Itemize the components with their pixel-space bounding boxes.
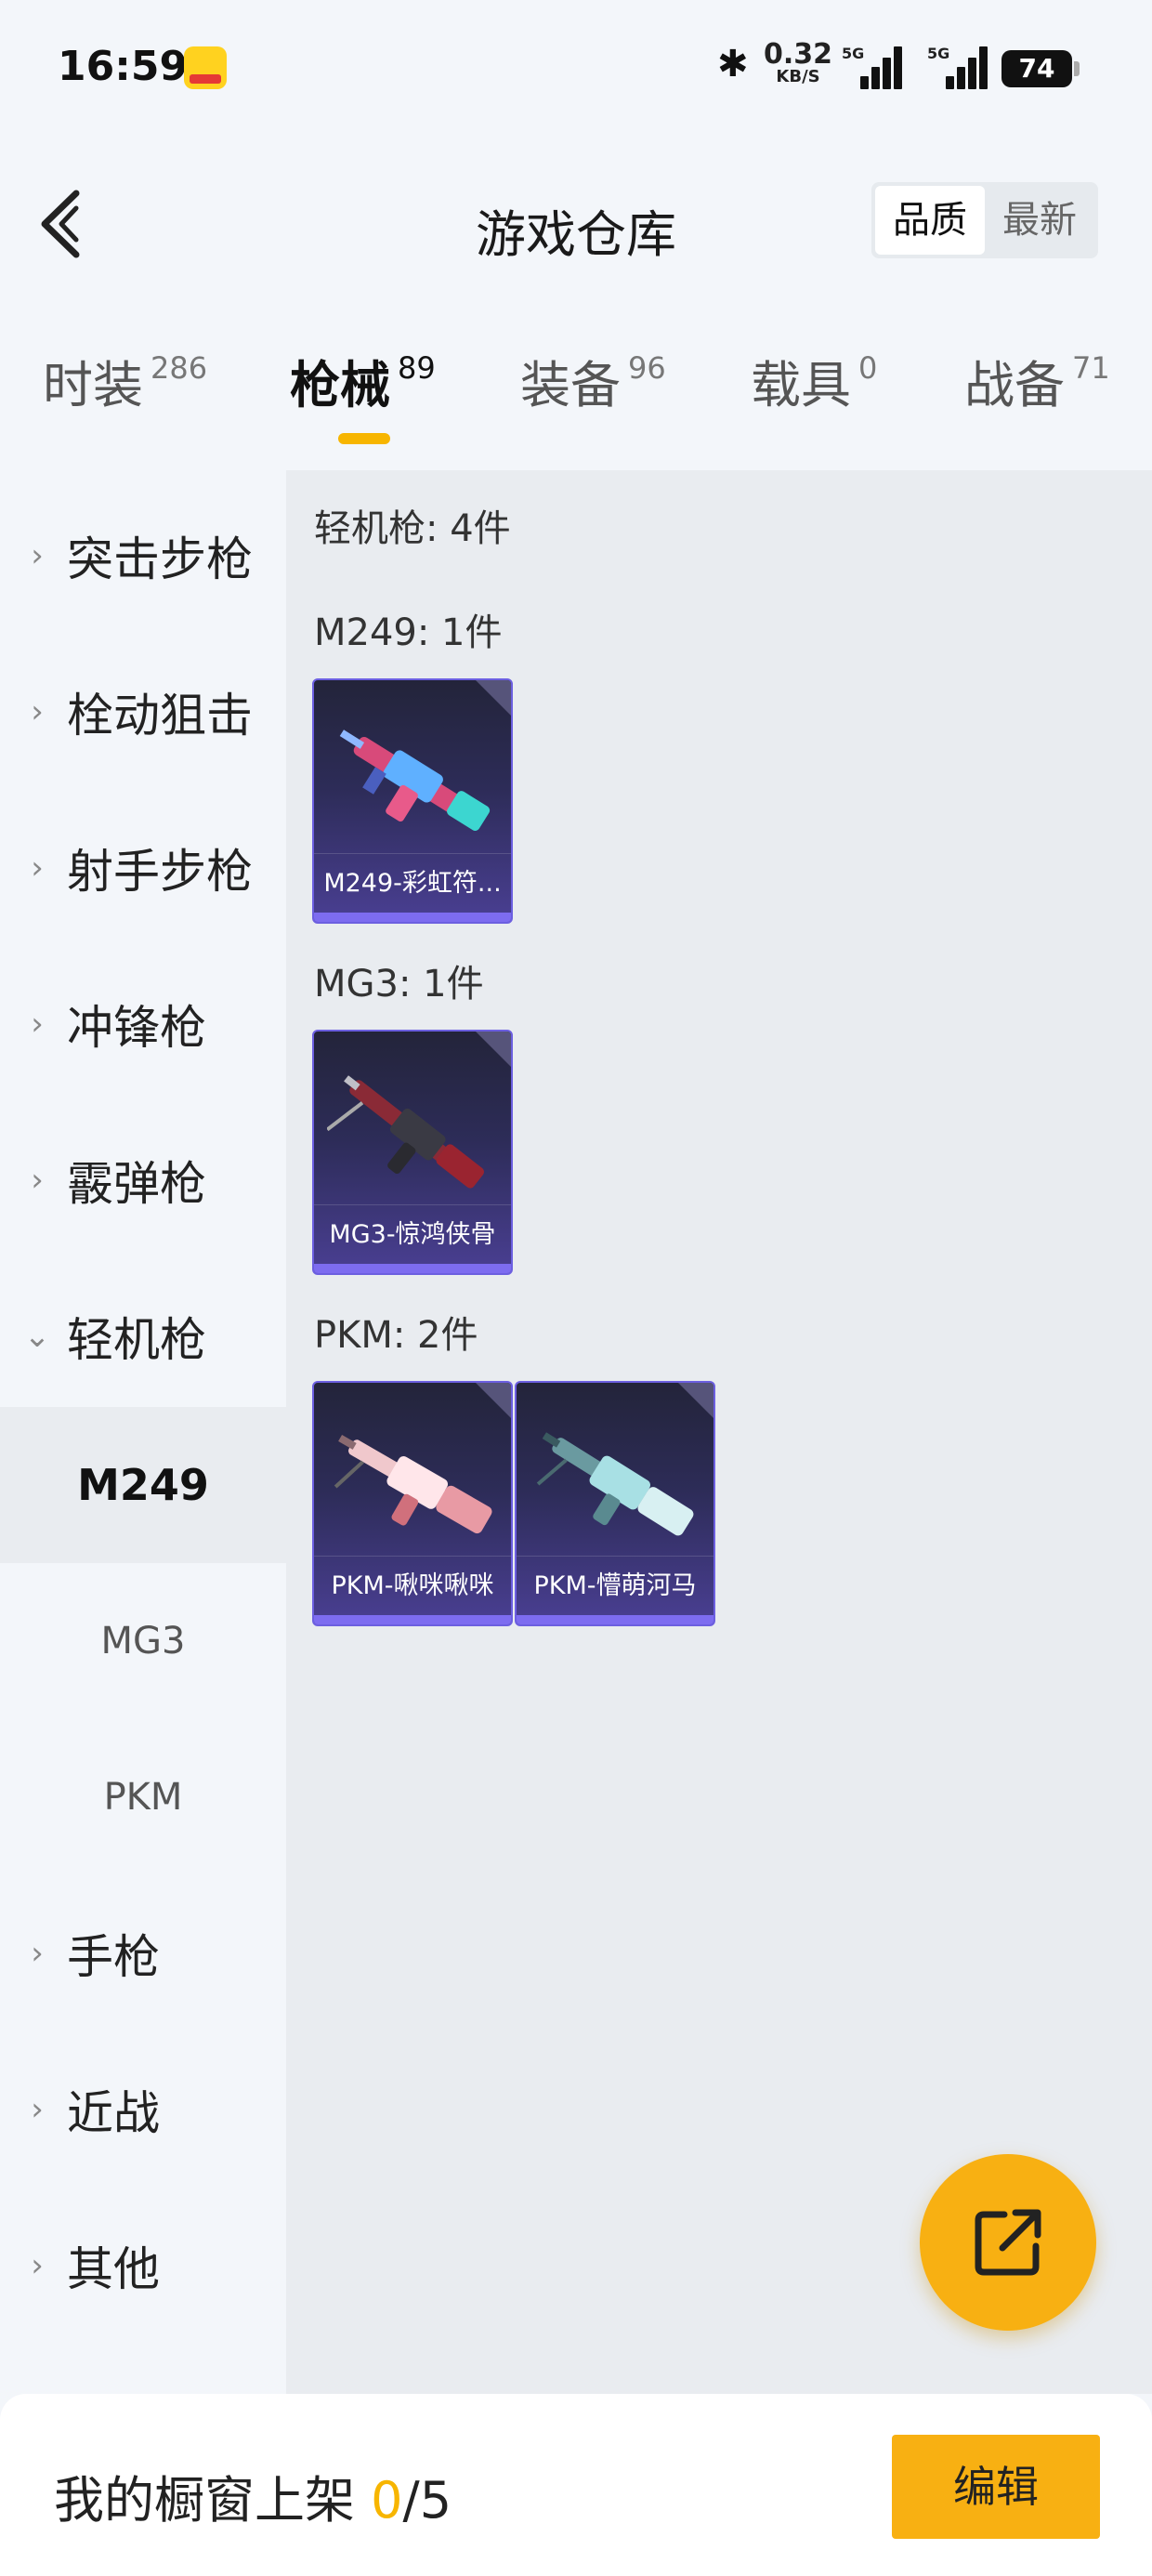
- bluetooth-icon: ✱: [717, 43, 749, 85]
- item-card-name: M249-彩虹符...: [314, 853, 511, 913]
- category-summary: 轻机枪: 4件: [314, 507, 511, 550]
- share-export-icon: [975, 2209, 1041, 2276]
- app-notification-icon: [184, 46, 227, 89]
- showcase-total: /5: [402, 2471, 452, 2530]
- tab-guns[interactable]: 枪械 89: [290, 344, 436, 417]
- tab-label: 装备: [520, 356, 621, 414]
- sidebar-item-bolt-sniper[interactable]: › 栓动狙击: [0, 634, 286, 790]
- sidebar-item-other[interactable]: › 其他: [0, 2188, 286, 2344]
- item-card-pkm-1[interactable]: PKM-啾咪啾咪: [312, 1381, 513, 1626]
- tab-battle-prep[interactable]: 战备 71: [964, 344, 1110, 417]
- edit-button[interactable]: 编辑: [892, 2435, 1100, 2539]
- network-speed-value: 0.32: [764, 38, 833, 71]
- item-card-pkm-2[interactable]: PKM-懵萌河马: [515, 1381, 715, 1626]
- item-card-name: PKM-啾咪啾咪: [314, 1556, 511, 1615]
- item-card-name: MG3-惊鸿侠骨: [314, 1204, 511, 1264]
- chevron-right-icon: ›: [31, 2091, 44, 2128]
- sidebar-item-label: 射手步枪: [67, 845, 253, 899]
- sidebar-subitem-mg3[interactable]: MG3: [0, 1563, 286, 1719]
- showcase-count: 0: [371, 2471, 403, 2530]
- tab-label: 枪械: [290, 356, 390, 414]
- signal-1-label: 5G: [842, 45, 865, 62]
- chevron-right-icon: ›: [31, 1935, 44, 1972]
- sidebar-item-shotgun[interactable]: › 霰弹枪: [0, 1102, 286, 1258]
- showcase-bar: 我的橱窗上架 0/5 编辑: [0, 2394, 1152, 2576]
- showcase-label: 我的橱窗上架: [54, 2471, 355, 2530]
- tab-equipment[interactable]: 装备 96: [520, 344, 666, 417]
- chevron-right-icon: ›: [31, 693, 44, 730]
- tab-label: 时装: [43, 356, 143, 414]
- sidebar-item-label: 近战: [67, 2086, 160, 2140]
- active-tab-indicator: [338, 433, 390, 444]
- tab-vehicles[interactable]: 载具 0: [751, 344, 877, 417]
- tab-count: 89: [398, 350, 436, 386]
- chevron-right-icon: ›: [31, 1162, 44, 1199]
- category-tabs: 时装 286 枪械 89 装备 96 载具 0 战备 71: [0, 344, 1152, 455]
- tab-count: 286: [151, 350, 208, 386]
- chevron-right-icon: ›: [31, 537, 44, 574]
- sidebar-item-melee[interactable]: › 近战: [0, 2031, 286, 2188]
- group-title-pkm: PKM: 2件: [314, 1314, 478, 1357]
- sidebar-item-label: 其他: [67, 2242, 160, 2296]
- mg3-skin-image: [327, 1075, 484, 1189]
- tab-count: 71: [1072, 350, 1110, 386]
- sort-newest-option[interactable]: 最新: [985, 186, 1094, 255]
- sidebar-item-lmg[interactable]: ⌄ 轻机枪: [0, 1258, 286, 1414]
- network-speed-unit: KB/S: [776, 67, 820, 86]
- chevron-right-icon: ›: [31, 2247, 44, 2284]
- header: 游戏仓库 品质 最新: [0, 139, 1152, 307]
- chevron-right-icon: ›: [31, 1005, 44, 1043]
- chevron-right-icon: ›: [31, 849, 44, 887]
- group-title-m249: M249: 1件: [314, 611, 503, 654]
- tab-label: 战备: [964, 356, 1065, 414]
- sidebar-item-label: 霰弹枪: [67, 1157, 206, 1211]
- network-speed: 0.32 KB/S: [764, 41, 832, 85]
- item-card-m249-rainbow[interactable]: M249-彩虹符...: [312, 678, 513, 924]
- item-grid-panel: 轻机枪: 4件 M249: 1件 M249-彩虹符... MG3: 1件 MG3…: [286, 470, 1152, 2394]
- sidebar-item-label: 轻机枪: [67, 1313, 206, 1367]
- sidebar-item-smg[interactable]: › 冲锋枪: [0, 946, 286, 1102]
- item-card-name: PKM-懵萌河马: [517, 1556, 713, 1615]
- sidebar-item-marksman-rifle[interactable]: › 射手步枪: [0, 790, 286, 946]
- sidebar-item-label: 栓动狙击: [67, 689, 253, 743]
- status-bar: 16:59 ✱ 0.32 KB/S 5G 5G 74: [0, 0, 1152, 139]
- sidebar-subitem-pkm[interactable]: PKM: [0, 1719, 286, 1875]
- group-title-mg3: MG3: 1件: [314, 963, 484, 1005]
- sidebar-item-label: 突击步枪: [67, 532, 253, 586]
- category-sidebar: › 突击步枪 › 栓动狙击 › 射手步枪 › 冲锋枪 › 霰弹枪 ⌄ 轻机枪 M…: [0, 470, 286, 2394]
- pkm-pink-skin-image: [334, 1434, 492, 1534]
- sort-toggle: 品质 最新: [871, 182, 1098, 258]
- item-card-mg3[interactable]: MG3-惊鸿侠骨: [312, 1030, 513, 1275]
- share-fab-button[interactable]: [920, 2154, 1096, 2331]
- battery-icon: 74: [1001, 50, 1080, 87]
- sidebar-item-assault-rifle[interactable]: › 突击步枪: [0, 478, 286, 634]
- sidebar-item-label: 手枪: [67, 1930, 160, 1984]
- m249-skin-image: [339, 729, 491, 832]
- sidebar-subitem-m249[interactable]: M249: [0, 1407, 286, 1563]
- signal-2-label: 5G: [927, 45, 950, 62]
- signal-icon-1: 5G: [842, 45, 902, 89]
- tab-count: 0: [858, 350, 878, 386]
- tab-label: 载具: [751, 356, 851, 414]
- pkm-hippo-skin-image: [536, 1432, 694, 1536]
- tab-fashion[interactable]: 时装 286: [43, 344, 207, 417]
- sidebar-item-label: 冲锋枪: [67, 1001, 206, 1055]
- status-time: 16:59: [58, 43, 189, 90]
- signal-icon-2: 5G: [927, 45, 988, 89]
- showcase-status: 我的橱窗上架 0/5: [54, 2459, 452, 2532]
- sort-quality-option[interactable]: 品质: [875, 186, 985, 255]
- tab-count: 96: [628, 350, 666, 386]
- chevron-down-icon: ⌄: [23, 1318, 51, 1355]
- sidebar-item-pistol[interactable]: › 手枪: [0, 1875, 286, 2031]
